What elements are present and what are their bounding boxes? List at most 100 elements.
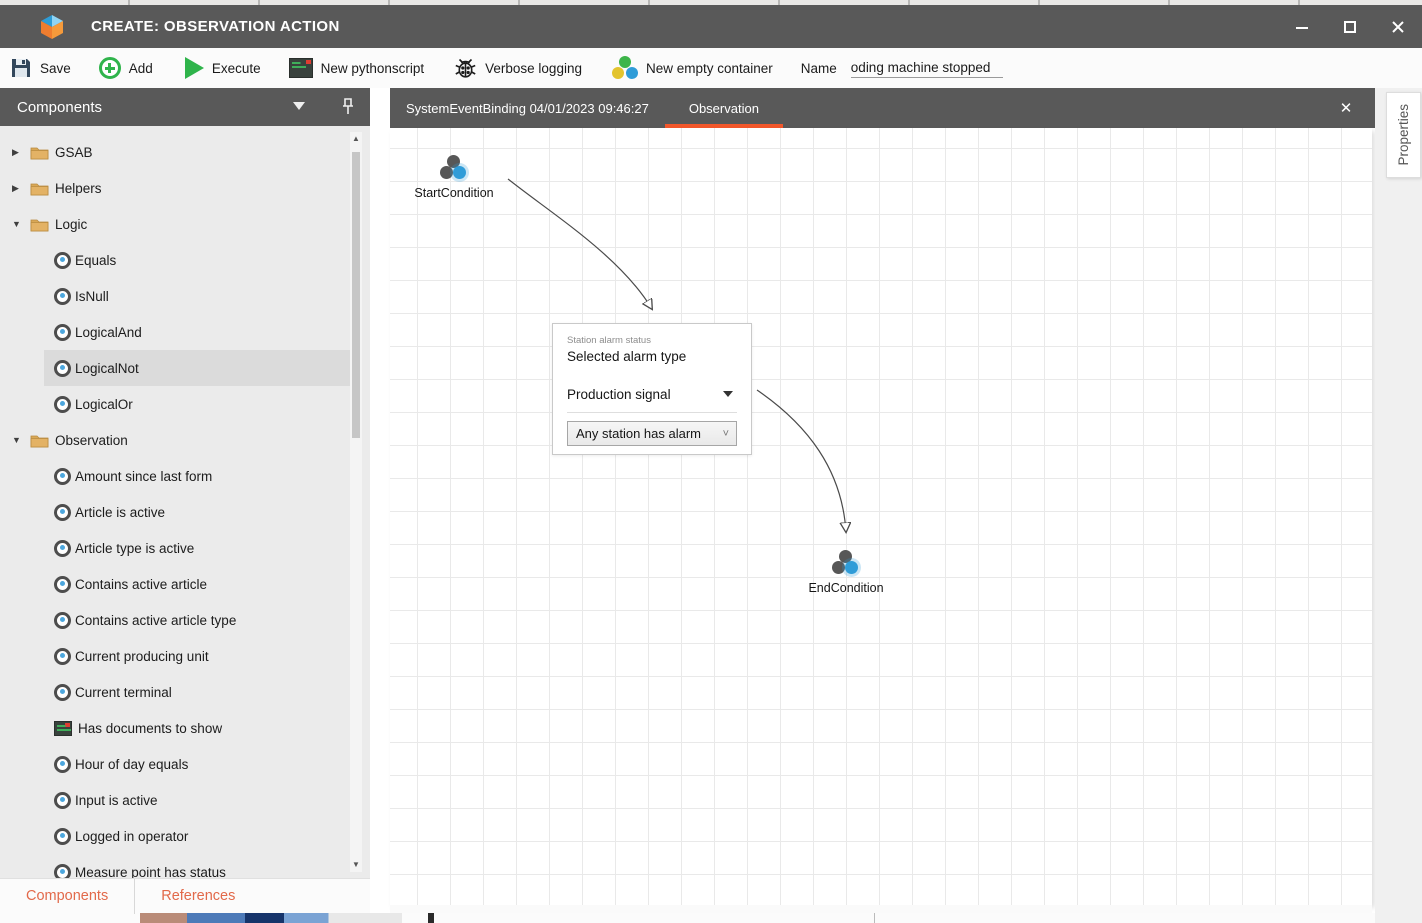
tab-components[interactable]: Components — [0, 879, 135, 914]
tree-item-current-terminal[interactable]: Current terminal — [44, 674, 350, 710]
maximize-button[interactable] — [1326, 5, 1374, 48]
start-condition-label: StartCondition — [384, 186, 524, 200]
expand-icon[interactable]: ▶ — [12, 183, 30, 194]
properties-tab-label: Properties — [1396, 104, 1411, 166]
tree-item-hour-of-day-equals[interactable]: Hour of day equals — [44, 746, 350, 782]
verbose-logging-label: Verbose logging — [485, 61, 582, 76]
end-condition-label: EndCondition — [776, 581, 916, 595]
background-divider — [874, 913, 875, 923]
alarm-type-dropdown[interactable]: Production signal — [567, 382, 737, 406]
tab-references[interactable]: References — [135, 879, 261, 914]
condition-node-icon — [439, 155, 469, 182]
new-empty-container-button[interactable]: New empty container — [602, 52, 783, 84]
end-condition-node[interactable]: EndCondition — [776, 550, 916, 595]
tab-observation[interactable]: Observation — [665, 88, 783, 128]
tree-item-helpers[interactable]: ▶ Helpers — [0, 170, 350, 206]
eye-icon — [54, 288, 71, 305]
document-close-icon[interactable]: ✕ — [1331, 99, 1361, 117]
tree-item-has-documents-to-show[interactable]: Has documents to show — [44, 710, 350, 746]
block-title: Selected alarm type — [567, 349, 751, 364]
eye-icon — [54, 540, 71, 557]
tree-item-label: Has documents to show — [78, 721, 222, 736]
connector-start-to-condition — [508, 179, 652, 309]
tree-item-amount-since-last-form[interactable]: Amount since last form — [44, 458, 350, 494]
tree-item-label: Article type is active — [75, 541, 194, 556]
execute-button[interactable]: Execute — [175, 52, 271, 84]
folder-icon — [30, 181, 55, 196]
collapse-icon[interactable]: ▼ — [12, 219, 30, 229]
right-dock-strip — [1375, 88, 1422, 923]
tree-item-logicaland[interactable]: LogicalAnd — [44, 314, 350, 350]
screen-icon — [54, 721, 72, 736]
background-mark — [428, 913, 434, 923]
tab-systemeventbinding[interactable]: SystemEventBinding 04/01/2023 09:46:27 — [390, 88, 665, 128]
block-subtitle: Station alarm status — [567, 335, 751, 346]
bug-icon — [454, 57, 477, 80]
tree-item-isnull[interactable]: IsNull — [44, 278, 350, 314]
save-label: Save — [40, 61, 71, 76]
tree-item-logged-in-operator[interactable]: Logged in operator — [44, 818, 350, 854]
save-button[interactable]: Save — [0, 52, 81, 84]
titlebar: CREATE: OBSERVATION ACTION — [0, 5, 1422, 48]
tree-item-article-is-active[interactable]: Article is active — [44, 494, 350, 530]
add-button[interactable]: Add — [89, 52, 163, 84]
document-tabbar: SystemEventBinding 04/01/2023 09:46:27 O… — [390, 88, 1375, 128]
dropdown-arrow-icon — [723, 391, 733, 397]
tree-item-article-type-is-active[interactable]: Article type is active — [44, 530, 350, 566]
components-panel-header[interactable]: Components — [0, 88, 370, 126]
eye-icon — [54, 360, 71, 377]
scroll-up-icon[interactable]: ▲ — [350, 132, 362, 146]
window-title: CREATE: OBSERVATION ACTION — [91, 18, 340, 35]
container-dots-icon — [612, 56, 638, 80]
terminal-icon — [289, 58, 313, 78]
eye-icon — [54, 252, 71, 269]
tree-item-label: LogicalAnd — [75, 325, 142, 340]
tree-item-contains-active-article-type[interactable]: Contains active article type — [44, 602, 350, 638]
tree-scrollbar[interactable]: ▲ ▼ — [350, 132, 362, 872]
tree-item-contains-active-article[interactable]: Contains active article — [44, 566, 350, 602]
eye-icon — [54, 612, 71, 629]
name-input[interactable] — [851, 59, 1003, 78]
expand-icon[interactable]: ▶ — [12, 147, 30, 158]
diagram-canvas[interactable]: StartCondition Station alarm status Sele… — [390, 128, 1372, 905]
name-label: Name — [801, 61, 837, 76]
tree-item-observation[interactable]: ▼Observation — [0, 422, 350, 458]
tree-item-logic[interactable]: ▼Logic — [0, 206, 350, 242]
add-icon — [99, 57, 121, 79]
tree-item-logicalnot[interactable]: LogicalNot — [44, 350, 350, 386]
tree-item-input-is-active[interactable]: Input is active — [44, 782, 350, 818]
minimize-button[interactable] — [1278, 5, 1326, 48]
app-window: CREATE: OBSERVATION ACTION Save — [0, 0, 1422, 923]
tree-item-label: Article is active — [75, 505, 165, 520]
station-alarm-status-block[interactable]: Station alarm status Selected alarm type… — [552, 323, 752, 455]
alarm-type-dropdown-value: Production signal — [567, 387, 671, 402]
scroll-down-icon[interactable]: ▼ — [350, 858, 362, 872]
collapse-icon[interactable]: ▼ — [12, 435, 30, 445]
tree-item-logicalor[interactable]: LogicalOr — [44, 386, 350, 422]
tree-item-label: GSAB — [55, 145, 93, 160]
pin-icon[interactable] — [341, 98, 355, 115]
chevron-down-icon[interactable] — [293, 102, 305, 110]
eye-icon — [54, 756, 71, 773]
components-panel: Components ▶ GSAB ▶ Helpers ▼LogicEquals IsNu… — [0, 88, 370, 913]
close-button[interactable] — [1374, 5, 1422, 48]
scrollbar-thumb[interactable] — [352, 152, 360, 438]
new-pythonscript-button[interactable]: New pythonscript — [279, 52, 435, 84]
tree-item-label: IsNull — [75, 289, 109, 304]
condition-node-icon — [831, 550, 861, 577]
tree-item-label: Contains active article type — [75, 613, 236, 628]
properties-tab[interactable]: Properties — [1386, 92, 1421, 178]
tree-item-gsab[interactable]: ▶ GSAB — [0, 134, 350, 170]
station-alarm-combobox[interactable]: Any station has alarm ˅ — [567, 421, 737, 446]
add-label: Add — [129, 61, 153, 76]
start-condition-node[interactable]: StartCondition — [384, 155, 524, 200]
tree-item-equals[interactable]: Equals — [44, 242, 350, 278]
new-pythonscript-label: New pythonscript — [321, 61, 425, 76]
tree-item-label: Hour of day equals — [75, 757, 188, 772]
tree-item-label: Logged in operator — [75, 829, 188, 844]
verbose-logging-button[interactable]: Verbose logging — [444, 52, 592, 84]
tree-item-label: Helpers — [55, 181, 102, 196]
tree-item-current-producing-unit[interactable]: Current producing unit — [44, 638, 350, 674]
block-divider — [567, 412, 737, 413]
station-alarm-combobox-value: Any station has alarm — [576, 426, 701, 441]
